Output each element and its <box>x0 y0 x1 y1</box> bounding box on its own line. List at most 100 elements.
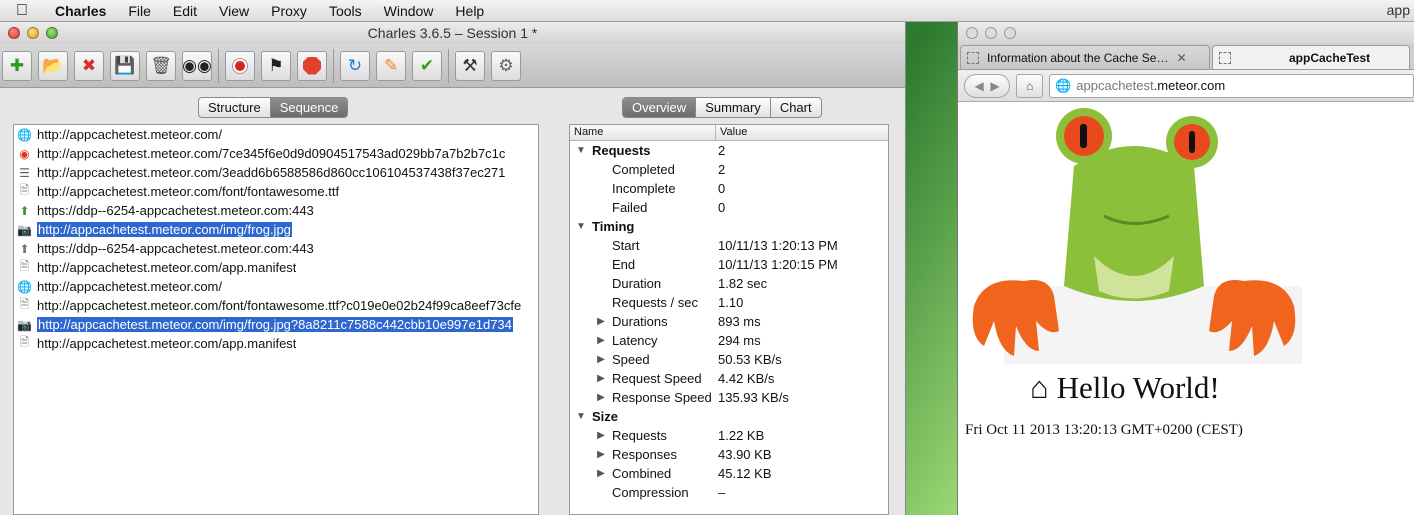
back-forward-buttons[interactable]: ◀ ▶ <box>964 73 1011 98</box>
property-row[interactable]: Completed 2 <box>570 160 888 179</box>
edit-icon[interactable]: ✎ <box>376 50 406 81</box>
property-row[interactable]: Incomplete 0 <box>570 179 888 198</box>
address-bar[interactable]: 🌐 appcachetest .meteor.com <box>1049 73 1414 98</box>
property-row[interactable]: ▶ Response Speed 135.93 KB/s <box>570 388 888 407</box>
disclosure-closed-icon[interactable]: ▶ <box>594 316 608 327</box>
validate-icon[interactable]: ✔ <box>412 50 442 81</box>
tab-sequence[interactable]: Sequence <box>269 98 348 117</box>
tab-summary[interactable]: Summary <box>695 98 770 117</box>
menu-view[interactable]: View <box>208 3 260 19</box>
property-row[interactable]: Start 10/11/13 1:20:13 PM <box>570 236 888 255</box>
property-row[interactable]: ▶ Request Speed 4.42 KB/s <box>570 369 888 388</box>
zoom-window-button[interactable] <box>46 27 58 39</box>
find-icon[interactable]: ◉◉ <box>182 50 212 81</box>
close-window-button[interactable] <box>8 27 20 39</box>
menu-proxy[interactable]: Proxy <box>260 3 318 19</box>
view-mode-segmented: Structure Sequence <box>198 97 349 118</box>
request-row[interactable]: 🗎 http://appcachetest.meteor.com/font/fon… <box>14 296 538 315</box>
request-row[interactable]: 🗎 http://appcachetest.meteor.com/app.mani… <box>14 334 538 353</box>
menu-edit[interactable]: Edit <box>162 3 208 19</box>
request-url: http://appcachetest.meteor.com/7ce345f6e… <box>37 146 506 161</box>
request-row[interactable]: 🗎 http://appcachetest.meteor.com/app.mani… <box>14 258 538 277</box>
menu-help[interactable]: Help <box>444 3 495 19</box>
new-session-icon[interactable]: ✚ <box>2 50 32 81</box>
property-row[interactable]: Compression – <box>570 483 888 502</box>
property-row[interactable]: Requests / sec 1.10 <box>570 293 888 312</box>
menu-window[interactable]: Window <box>373 3 445 19</box>
disclosure-closed-icon[interactable]: ▶ <box>594 468 608 479</box>
menu-file[interactable]: File <box>117 3 162 19</box>
tab-structure[interactable]: Structure <box>199 98 270 117</box>
property-group-row[interactable]: ▼ Size <box>570 407 888 426</box>
property-row[interactable]: ▶ Combined 45.12 KB <box>570 464 888 483</box>
request-row[interactable]: ⬆ https://ddp--6254-appcachetest.meteor.c… <box>14 239 538 258</box>
close-tab-icon[interactable]: ✕ <box>1176 51 1186 65</box>
url-host: appcachetest <box>1076 78 1154 93</box>
tab-chart[interactable]: Chart <box>769 98 821 117</box>
tab-appcachetest[interactable]: appCacheTest <box>1212 45 1410 69</box>
tab-cache-info[interactable]: Information about the Cache Se… ✕ <box>960 45 1210 69</box>
property-value: 10/11/13 1:20:13 PM <box>718 238 838 253</box>
close-session-icon[interactable]: ✖ <box>74 50 104 81</box>
favicon-icon <box>967 51 979 64</box>
menu-tools[interactable]: Tools <box>318 3 373 19</box>
property-row[interactable]: ▶ Speed 50.53 KB/s <box>570 350 888 369</box>
property-value: 4.42 KB/s <box>718 371 775 386</box>
settings-icon[interactable]: ⚙ <box>491 50 521 81</box>
zoom-window-button[interactable] <box>1004 27 1016 39</box>
request-row[interactable]: ☰ http://appcachetest.meteor.com/3eadd6b6… <box>14 163 538 182</box>
request-row[interactable]: 🌐 http://appcachetest.meteor.com/ <box>14 125 538 144</box>
property-value: 10/11/13 1:20:15 PM <box>718 257 838 272</box>
column-header-value[interactable]: Value <box>716 125 751 140</box>
browser-titlebar <box>958 22 1414 44</box>
tab-title: Information about the Cache Se… <box>987 50 1169 65</box>
property-group-row[interactable]: ▼ Requests 2 <box>570 141 888 160</box>
minimize-window-button[interactable] <box>985 27 997 39</box>
property-row[interactable]: ▶ Durations 893 ms <box>570 312 888 331</box>
property-value: 50.53 KB/s <box>718 352 782 367</box>
property-row[interactable]: ▶ Responses 43.90 KB <box>570 445 888 464</box>
disclosure-closed-icon[interactable]: ▶ <box>594 430 608 441</box>
property-name: Combined <box>612 466 672 481</box>
clear-icon[interactable]: 🗑 <box>146 50 176 81</box>
property-row[interactable]: ▶ Requests 1.22 KB <box>570 426 888 445</box>
stop-icon[interactable] <box>297 50 327 81</box>
disclosure-closed-icon[interactable]: ▶ <box>594 335 608 346</box>
property-row[interactable]: End 10/11/13 1:20:15 PM <box>570 255 888 274</box>
disclosure-closed-icon[interactable]: ▶ <box>594 449 608 460</box>
disclosure-closed-icon[interactable]: ▶ <box>594 373 608 384</box>
disclosure-closed-icon[interactable]: ▶ <box>594 392 608 403</box>
minimize-window-button[interactable] <box>27 27 39 39</box>
menu-app-name[interactable]: Charles <box>44 3 117 19</box>
property-row[interactable]: Failed 0 <box>570 198 888 217</box>
request-row[interactable]: 🗎 http://appcachetest.meteor.com/font/fon… <box>14 182 538 201</box>
throttle-icon[interactable]: ⚑ <box>261 50 291 81</box>
request-row[interactable]: 📷 http://appcachetest.meteor.com/img/frog… <box>14 315 538 334</box>
forward-icon[interactable]: ▶ <box>990 79 999 93</box>
property-row[interactable]: Duration 1.82 sec <box>570 274 888 293</box>
property-group-row[interactable]: ▼ Timing <box>570 217 888 236</box>
tab-overview[interactable]: Overview <box>623 98 696 117</box>
request-row[interactable]: 📷 http://appcachetest.meteor.com/img/frog… <box>14 220 538 239</box>
save-session-icon[interactable]: 💾 <box>110 50 140 81</box>
property-name: Requests / sec <box>612 295 698 310</box>
disclosure-open-icon[interactable]: ▼ <box>574 221 588 232</box>
repeat-icon[interactable]: ↻ <box>340 50 370 81</box>
close-window-button[interactable] <box>966 27 978 39</box>
apple-icon[interactable]:  <box>0 2 44 20</box>
record-icon[interactable] <box>225 50 255 81</box>
tools-icon[interactable]: ⚒ <box>455 50 485 81</box>
disclosure-open-icon[interactable]: ▼ <box>574 145 588 156</box>
property-row[interactable]: ▶ Latency 294 ms <box>570 331 888 350</box>
disclosure-open-icon[interactable]: ▼ <box>574 411 588 422</box>
open-session-icon[interactable]: 📂 <box>38 50 68 81</box>
column-header-name[interactable]: Name <box>570 125 716 140</box>
request-row[interactable]: ◉ http://appcachetest.meteor.com/7ce345f6… <box>14 144 538 163</box>
disclosure-closed-icon[interactable]: ▶ <box>594 354 608 365</box>
home-icon[interactable]: ⌂ <box>1016 73 1044 98</box>
request-row[interactable]: 🌐 http://appcachetest.meteor.com/ <box>14 277 538 296</box>
back-icon[interactable]: ◀ <box>975 79 984 93</box>
request-row[interactable]: ⬆ https://ddp--6254-appcachetest.meteor.c… <box>14 201 538 220</box>
request-url: http://appcachetest.meteor.com/app.manif… <box>37 336 297 351</box>
property-value: 1.22 KB <box>718 428 765 443</box>
